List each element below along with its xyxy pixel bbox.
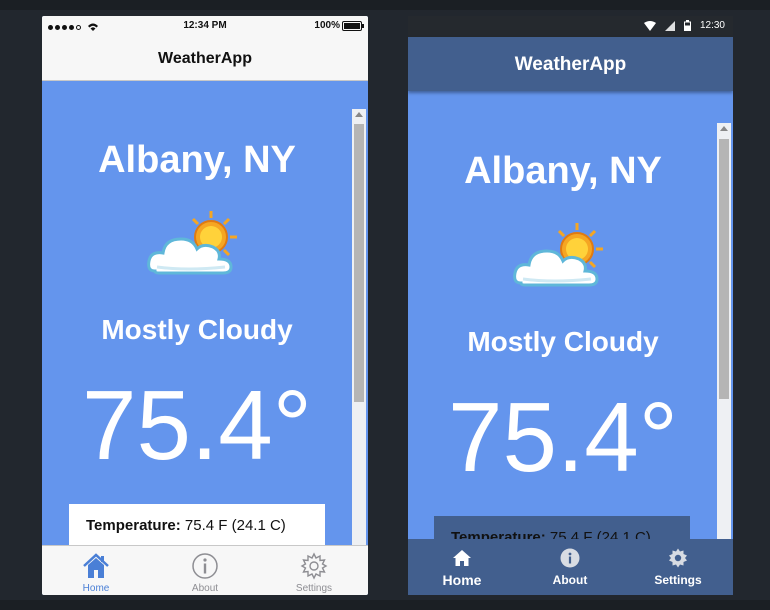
cellular-signal-icon: [664, 20, 675, 31]
scroll-up-arrow-icon[interactable]: [720, 126, 728, 131]
gear-icon: [669, 548, 687, 568]
temperature-detail-value: 75.4 F (24.1 C): [184, 517, 286, 534]
android-phone-screen: 12:30 WeatherApp Albany, NY Mostly Cloud…: [408, 16, 733, 595]
current-temperature: 75.4°: [448, 382, 678, 492]
temperature-detail-row: Temperature: 75.4 F (24.1 C): [434, 516, 690, 539]
weather-condition: Mostly Cloudy: [101, 314, 293, 345]
status-time: 12:30: [699, 20, 725, 31]
battery-percentage: 100%: [314, 20, 340, 31]
tab-home-label: Home: [442, 572, 482, 588]
battery-icon: [683, 20, 691, 31]
tab-home[interactable]: Home: [408, 539, 516, 595]
android-bottom-navigation: Home About Settings: [408, 539, 733, 595]
ios-status-bar: 12:34 PM 100%: [42, 16, 368, 36]
scroll-up-arrow-icon[interactable]: [355, 112, 363, 117]
home-icon: [83, 553, 109, 578]
scrollbar-thumb[interactable]: [354, 124, 364, 402]
tab-settings[interactable]: Settings: [624, 539, 732, 595]
tab-about[interactable]: About: [151, 546, 259, 595]
location-name: Albany, NY: [464, 150, 662, 192]
weather-condition: Mostly Cloudy: [467, 326, 659, 357]
weather-content[interactable]: Albany, NY Mostly Cloudy 75.4° Temperatu…: [42, 81, 368, 545]
tab-about-label: About: [191, 583, 219, 594]
tab-about-label: About: [552, 573, 588, 587]
android-app-bar: WeatherApp: [408, 37, 733, 91]
scrollbar[interactable]: [717, 123, 731, 539]
gear-icon: [300, 552, 328, 580]
weather-content[interactable]: Albany, NY Mostly Cloudy 75.4° Temperatu…: [408, 91, 733, 539]
tab-about[interactable]: About: [516, 539, 624, 595]
location-name: Albany, NY: [98, 139, 296, 181]
android-status-bar: 12:30: [408, 16, 733, 37]
scrollbar-thumb[interactable]: [719, 139, 729, 399]
temperature-detail-row: Temperature: 75.4 F (24.1 C): [69, 504, 325, 534]
tab-home-label: Home: [82, 583, 110, 594]
ios-phone-screen: 12:34 PM 100% WeatherApp Albany, NY Most…: [42, 16, 368, 595]
ios-navigation-bar: WeatherApp: [42, 36, 368, 81]
temperature-detail-label: Temperature:: [86, 517, 181, 534]
current-temperature: 75.4°: [82, 370, 312, 480]
info-icon: [192, 553, 218, 579]
desktop-bottom-strip: [0, 600, 770, 610]
tab-settings-label: Settings: [295, 583, 333, 594]
page-title: WeatherApp: [514, 54, 627, 75]
page-title: WeatherApp: [158, 50, 252, 67]
details-card: Temperature: 75.4 F (24.1 C): [434, 516, 690, 539]
partly-cloudy-icon: [147, 211, 237, 275]
temperature-detail-value: 75.4 F (24.1 C): [549, 529, 651, 539]
desktop-top-strip: [0, 0, 770, 10]
info-icon: [560, 548, 580, 568]
temperature-detail-label: Temperature:: [451, 529, 546, 539]
battery-icon: [342, 21, 364, 31]
tab-home[interactable]: Home: [42, 546, 150, 595]
home-icon: [453, 550, 471, 566]
scrollbar[interactable]: [352, 109, 366, 545]
ios-tab-bar: Home About Settings: [42, 545, 368, 595]
partly-cloudy-icon: [513, 223, 603, 287]
tab-settings-label: Settings: [654, 573, 702, 587]
wifi-icon: [643, 20, 656, 31]
details-card: Temperature: 75.4 F (24.1 C): [69, 504, 325, 545]
tab-settings[interactable]: Settings: [260, 546, 368, 595]
